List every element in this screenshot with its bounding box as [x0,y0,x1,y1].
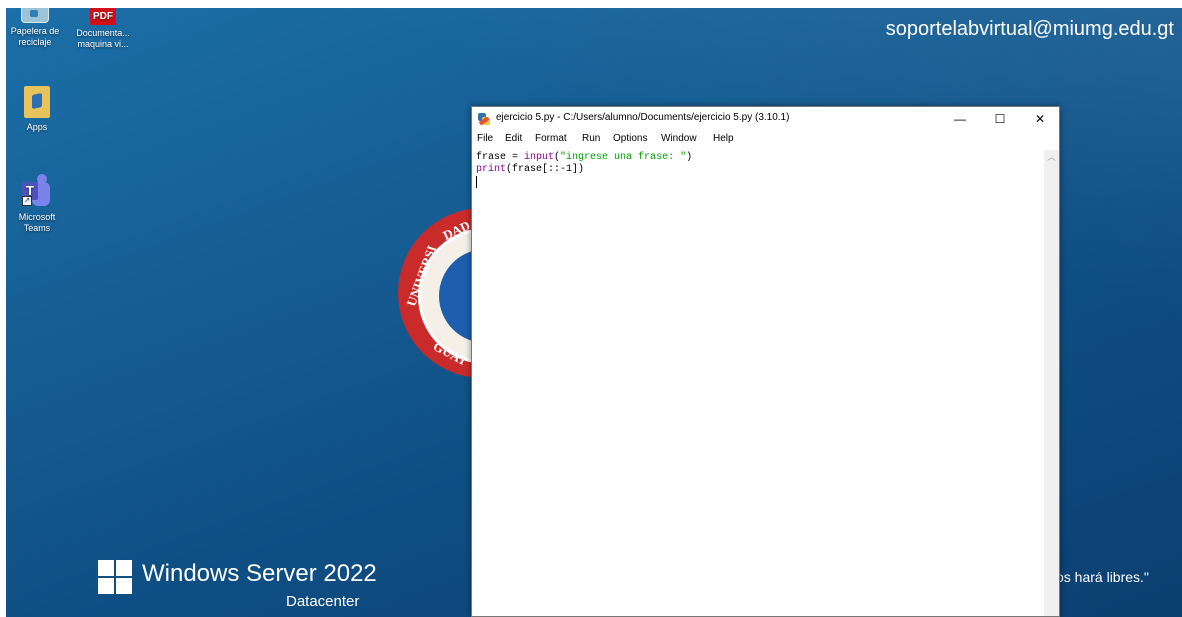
text-cursor [476,176,477,188]
desktop-icon-apps[interactable]: Apps [6,86,68,133]
icon-label-line1: Documenta... [76,28,130,38]
keyword-token: input [524,152,555,163]
windows-logo-icon [98,560,132,594]
teams-icon: T ↗ [20,174,54,208]
code-editor[interactable]: frase = input("ingrese una frase: ") pri… [472,150,1042,616]
icon-label-line2: maquina vi... [77,39,129,49]
close-button[interactable]: ✕ [1020,107,1060,131]
menu-options[interactable]: Options [613,133,647,144]
apps-folder-icon [24,86,50,118]
shortcut-arrow-icon: ↗ [22,196,32,206]
minimize-button[interactable]: — [940,107,980,131]
code-line-3 [476,176,1042,188]
menu-help[interactable]: Help [713,133,734,144]
menu-edit[interactable]: Edit [505,133,522,144]
desktop-icon-teams[interactable]: T ↗ Microsoft Teams [6,174,68,234]
os-edition: Datacenter [286,593,360,610]
icon-label-line2: reciclaje [18,37,52,47]
icon-label-line1: Microsoft [18,212,56,222]
menu-format[interactable]: Format [535,133,567,144]
title-bar[interactable]: ejercicio 5.py - C:/Users/alumno/Documen… [472,107,1059,131]
support-email: soportelabvirtual@miumg.edu.gt [885,18,1174,40]
menu-file[interactable]: File [477,133,493,144]
icon-label-line2: Teams [23,223,51,233]
scroll-up-icon[interactable]: ︿ [1044,150,1059,165]
vertical-scrollbar[interactable]: ︿ [1044,150,1059,616]
recycle-bin-icon [21,8,49,23]
window-title: ejercicio 5.py - C:/Users/alumno/Documen… [496,112,790,123]
desktop-icon-recycle-bin[interactable]: Papelera de reciclaje [6,8,66,48]
menu-run[interactable]: Run [582,133,600,144]
idle-editor-window[interactable]: ejercicio 5.py - C:/Users/alumno/Documen… [471,106,1060,617]
pdf-icon: PDF [90,8,116,25]
string-token: "ingrese una frase: " [560,152,687,163]
menu-window[interactable]: Window [661,133,697,144]
icon-label-line1: Apps [26,122,48,132]
code-line-2: print(frase[::-1]) [476,164,585,175]
maximize-button[interactable]: ☐ [980,107,1020,131]
desktop-icon-pdf-document[interactable]: PDF Documenta... maquina vi... [72,8,134,50]
python-file-icon [478,113,490,126]
icon-label-line1: Papelera de [10,26,60,36]
code-line-1: frase = input("ingrese una frase: ") [476,152,693,163]
menu-bar: File Edit Format Run Options Window Help [472,133,1059,149]
keyword-token: print [476,164,507,175]
os-title: Windows Server 2022 [142,560,377,587]
university-motto: os hará libres." [1056,569,1149,585]
